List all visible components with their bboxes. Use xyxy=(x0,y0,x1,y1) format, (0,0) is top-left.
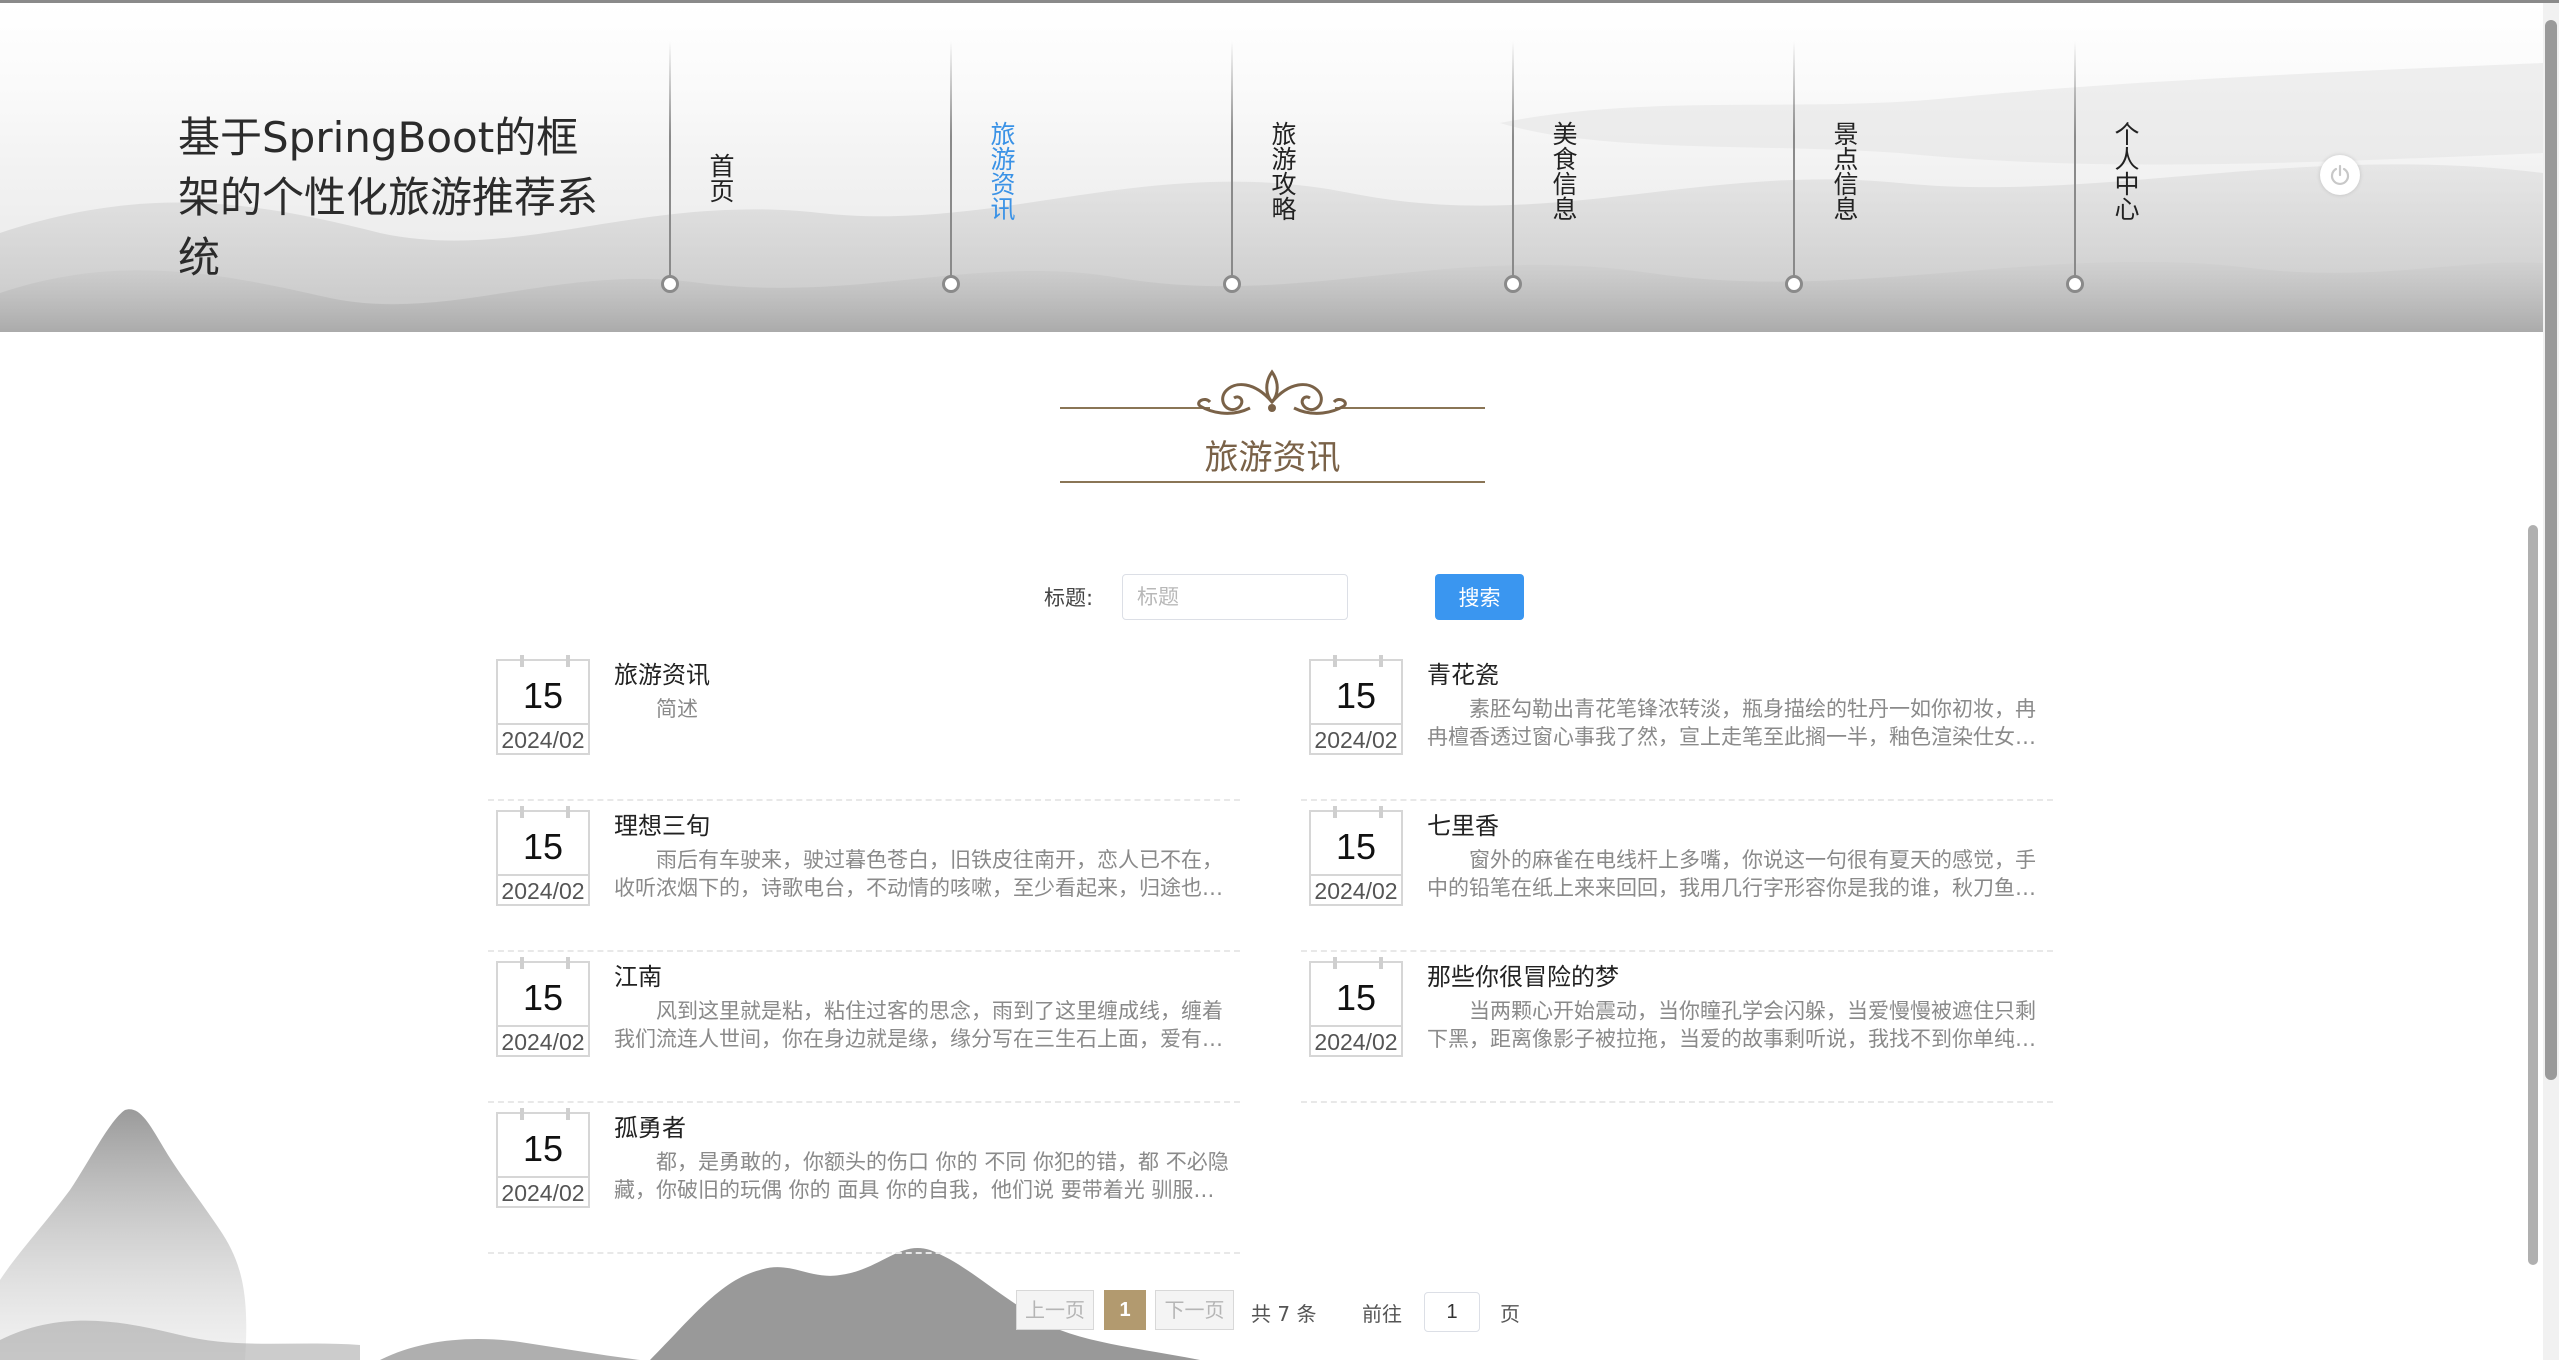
calendar-date-badge: 15 2024/02 xyxy=(1309,806,1403,906)
nav-label-travel-guides: 旅游攻略 xyxy=(1268,121,1297,221)
news-summary: 当两颗心开始震动，当你瞳孔学会闪躲，当爱慢慢被遮住只剩下黑，距离像影子被拉拖，当… xyxy=(1427,999,2036,1051)
prev-page-button[interactable]: 上一页 xyxy=(1016,1290,1094,1330)
calendar-date-badge: 15 2024/02 xyxy=(496,1108,590,1208)
nav-item-food-info[interactable]: 美食信息 xyxy=(1504,41,1578,301)
logout-button[interactable] xyxy=(2320,155,2360,195)
news-summary: 雨后有车驶来，驶过暮色苍白，旧铁皮往南开，恋人已不在，收听浓烟下的，诗歌电台，不… xyxy=(614,848,1223,900)
list-item[interactable]: 15 2024/02 七里香 窗外的麻雀在电线杆上多嘴，你说这一句很有夏天的感觉… xyxy=(1301,806,2053,952)
date-day: 15 xyxy=(522,675,564,716)
total-count: 共 7 条 xyxy=(1251,1302,1317,1326)
section-title: 旅游资讯 xyxy=(1204,438,1341,478)
news-title[interactable]: 旅游资讯 xyxy=(614,655,710,690)
news-summary: 素胚勾勒出青花笔锋浓转淡，瓶身描绘的牡丹一如你初妆，冉冉檀香透过窗心事我了然，宣… xyxy=(1427,697,2036,749)
calendar-date-badge: 15 2024/02 xyxy=(496,806,590,906)
nav-divider-line xyxy=(1512,41,1514,279)
site-title: 基于SpringBoot的框架的个性化旅游推荐系统 xyxy=(178,113,599,282)
nav-knob xyxy=(1223,275,1241,293)
list-item[interactable]: 15 2024/02 理想三旬 雨后有车驶来，驶过暮色苍白，旧铁皮往南开，恋人已… xyxy=(488,806,1240,952)
news-title[interactable]: 孤勇者 xyxy=(614,1108,686,1143)
date-day: 15 xyxy=(1335,675,1377,716)
inner-scrollbar-thumb[interactable] xyxy=(2528,525,2538,1265)
news-summary: 都，是勇敢的，你额头的伤口 你的 不同 你犯的错，都 不必隐藏，你破旧的玩偶 你… xyxy=(614,1150,1229,1202)
news-title[interactable]: 理想三旬 xyxy=(614,806,710,841)
list-item[interactable]: 15 2024/02 那些你很冒险的梦 当两颗心开始震动，当你瞳孔学会闪躲，当爱… xyxy=(1301,957,2053,1103)
nav-knob xyxy=(661,275,679,293)
calendar-rings-icon xyxy=(520,1108,570,1120)
calendar-rings-icon xyxy=(520,806,570,818)
news-summary: 风到这里就是粘，粘住过客的思念，雨到了这里缠成线，缠着我们流连人世间，你在身边就… xyxy=(614,999,1223,1051)
calendar-rings-icon xyxy=(1333,957,1383,969)
calendar-divider xyxy=(498,723,588,725)
calendar-rings-icon xyxy=(1333,806,1383,818)
date-day: 15 xyxy=(1335,826,1377,867)
news-title[interactable]: 江南 xyxy=(614,957,662,992)
page-scrollbar-thumb[interactable] xyxy=(2545,20,2557,1080)
nav-item-user-center[interactable]: 个人中心 xyxy=(2066,41,2140,301)
list-item[interactable]: 15 2024/02 旅游资讯 简述 xyxy=(488,655,1240,801)
search-label: 标题: xyxy=(1044,586,1094,610)
nav-label-travel-news: 旅游资讯 xyxy=(987,121,1016,221)
page-number-current[interactable]: 1 xyxy=(1104,1290,1146,1330)
nav-label-home: 首页 xyxy=(706,153,735,203)
date-year-month: 2024/02 xyxy=(1314,1029,1398,1055)
list-item[interactable]: 15 2024/02 孤勇者 都，是勇敢的，你额头的伤口 你的 不同 你犯的错，… xyxy=(488,1108,1240,1254)
power-icon xyxy=(2330,164,2350,186)
date-day: 15 xyxy=(1335,977,1377,1018)
section-heading: 旅游资讯 xyxy=(1060,362,1485,492)
news-title[interactable]: 那些你很冒险的梦 xyxy=(1427,957,1619,992)
nav-knob xyxy=(942,275,960,293)
calendar-divider xyxy=(1311,874,1401,876)
header: 基于SpringBoot的框架的个性化旅游推荐系统 首页 旅游资讯 旅游攻略 美… xyxy=(0,3,2543,332)
calendar-divider xyxy=(498,1176,588,1178)
date-year-month: 2024/02 xyxy=(501,727,585,753)
calendar-date-badge: 15 2024/02 xyxy=(496,957,590,1057)
next-page-button[interactable]: 下一页 xyxy=(1155,1290,1234,1330)
calendar-rings-icon xyxy=(1333,655,1383,667)
list-item[interactable]: 15 2024/02 青花瓷 素胚勾勒出青花笔锋浓转淡，瓶身描绘的牡丹一如你初妆… xyxy=(1301,655,2053,801)
calendar-divider xyxy=(1311,723,1401,725)
calendar-rings-icon xyxy=(520,957,570,969)
date-year-month: 2024/02 xyxy=(1314,878,1398,904)
date-day: 15 xyxy=(522,977,564,1018)
nav-divider-line xyxy=(2074,41,2076,279)
nav-item-home[interactable]: 首页 xyxy=(661,41,735,301)
date-year-month: 2024/02 xyxy=(501,1029,585,1055)
nav-knob xyxy=(2066,275,2084,293)
date-year-month: 2024/02 xyxy=(1314,727,1398,753)
date-day: 15 xyxy=(522,826,564,867)
nav-divider-line xyxy=(669,41,671,279)
goto-page-input[interactable] xyxy=(1424,1292,1480,1332)
nav-item-scenic-spots[interactable]: 景点信息 xyxy=(1785,41,1859,301)
nav-label-food-info: 美食信息 xyxy=(1549,121,1578,221)
nav-knob xyxy=(1504,275,1522,293)
news-title[interactable]: 青花瓷 xyxy=(1427,655,1499,690)
date-day: 15 xyxy=(522,1128,564,1169)
nav-label-scenic-spots: 景点信息 xyxy=(1830,121,1859,221)
nav-knob xyxy=(1785,275,1803,293)
date-year-month: 2024/02 xyxy=(501,878,585,904)
news-summary: 简述 xyxy=(656,697,698,721)
calendar-divider xyxy=(498,1025,588,1027)
goto-prefix: 前往 xyxy=(1362,1302,1402,1326)
news-title[interactable]: 七里香 xyxy=(1427,806,1499,841)
title-search-input[interactable] xyxy=(1122,574,1348,620)
news-summary: 窗外的麻雀在电线杆上多嘴，你说这一句很有夏天的感觉，手中的铅笔在纸上来来回回，我… xyxy=(1427,848,2036,900)
calendar-date-badge: 15 2024/02 xyxy=(1309,957,1403,1057)
calendar-divider xyxy=(1311,1025,1401,1027)
calendar-rings-icon xyxy=(520,655,570,667)
nav-divider-line xyxy=(950,41,952,279)
nav-item-travel-guides[interactable]: 旅游攻略 xyxy=(1223,41,1297,301)
calendar-divider xyxy=(498,874,588,876)
date-year-month: 2024/02 xyxy=(501,1180,585,1206)
goto-suffix: 页 xyxy=(1500,1302,1520,1326)
nav-divider-line xyxy=(1231,41,1233,279)
search-button[interactable]: 搜索 xyxy=(1435,574,1524,620)
calendar-date-badge: 15 2024/02 xyxy=(496,655,590,755)
nav-label-user-center: 个人中心 xyxy=(2111,121,2140,221)
nav-divider-line xyxy=(1793,41,1795,279)
nav-item-travel-news[interactable]: 旅游资讯 xyxy=(942,41,1016,301)
calendar-date-badge: 15 2024/02 xyxy=(1309,655,1403,755)
